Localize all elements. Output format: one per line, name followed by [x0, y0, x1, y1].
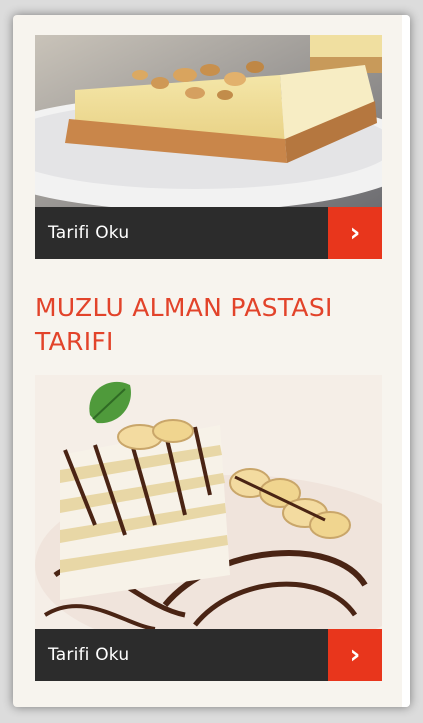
read-recipe-label[interactable]: Tarifi Oku [35, 645, 129, 665]
banana-cake-image[interactable] [35, 375, 382, 629]
recipe-title[interactable]: MUZLU ALMAN PASTASI TARIFI [35, 291, 365, 359]
read-recipe-button[interactable]: › [328, 207, 382, 259]
cheesecake-image[interactable] [35, 35, 382, 207]
recipe-card-cheesecake: Tarifi Oku › [35, 35, 382, 259]
read-recipe-button[interactable]: › [328, 629, 382, 681]
phone-screen: Tarifi Oku › MUZLU ALMAN PASTASI TARIFI [13, 15, 410, 707]
recipe-card-banana: Tarifi Oku › [35, 375, 382, 681]
chevron-right-icon: › [349, 218, 361, 248]
scrollbar[interactable] [402, 15, 410, 707]
read-recipe-label[interactable]: Tarifi Oku [35, 223, 129, 243]
read-recipe-bar[interactable]: Tarifi Oku › [35, 629, 382, 681]
chevron-right-icon: › [349, 640, 361, 670]
read-recipe-bar[interactable]: Tarifi Oku › [35, 207, 382, 259]
